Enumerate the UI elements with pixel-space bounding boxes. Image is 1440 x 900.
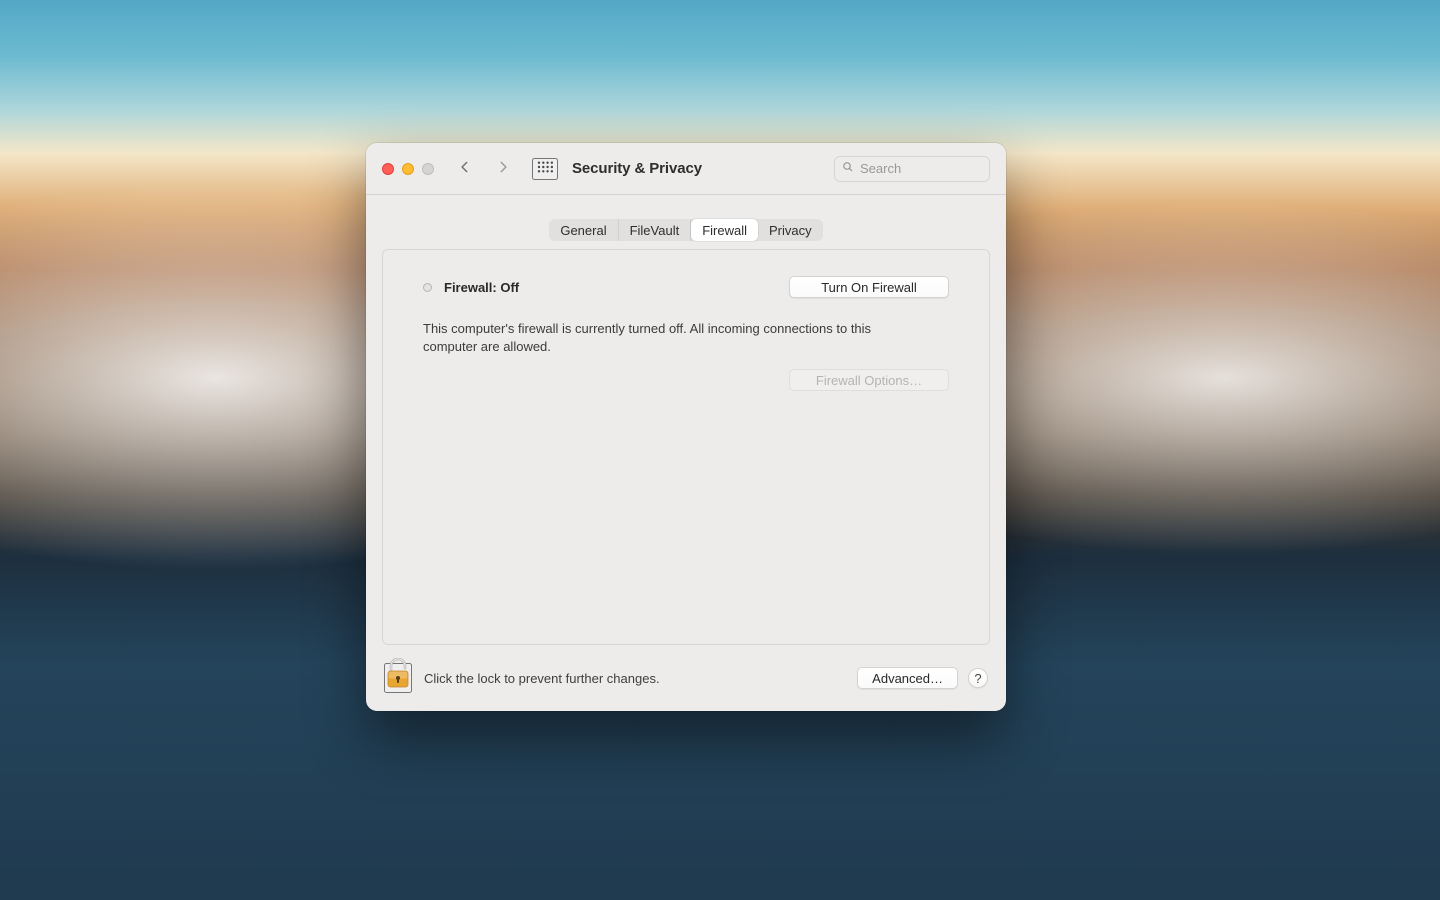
firewall-status-label: Firewall: Off (444, 280, 519, 295)
content-pane: Firewall: Off Turn On Firewall This comp… (382, 249, 990, 645)
close-window-button[interactable] (382, 163, 394, 175)
window-title: Security & Privacy (572, 160, 702, 177)
tab-bar: General FileVault Firewall Privacy (366, 195, 1006, 241)
lock-hint-text: Click the lock to prevent further change… (424, 671, 660, 686)
grid-icon (537, 161, 553, 176)
show-all-button[interactable] (532, 158, 558, 180)
help-button[interactable]: ? (968, 668, 988, 688)
titlebar: Security & Privacy (366, 143, 1006, 195)
firewall-status-row: Firewall: Off Turn On Firewall (423, 276, 949, 298)
advanced-button[interactable]: Advanced… (857, 667, 958, 689)
search-icon (842, 160, 854, 178)
lock-button[interactable] (384, 663, 412, 693)
tab-general[interactable]: General (549, 219, 618, 241)
search-input[interactable] (860, 161, 982, 176)
nav-back-button[interactable] (450, 156, 480, 182)
firewall-options-button: Firewall Options… (789, 369, 949, 391)
firewall-description: This computer's firewall is currently tu… (423, 320, 893, 355)
search-field[interactable] (834, 156, 990, 182)
footer-bar: Click the lock to prevent further change… (366, 645, 1006, 711)
tab-segmented-control: General FileVault Firewall Privacy (549, 219, 822, 241)
chevron-right-icon (496, 160, 510, 177)
tab-privacy[interactable]: Privacy (758, 219, 823, 241)
chevron-left-icon (458, 160, 472, 177)
traffic-lights (382, 163, 434, 175)
tab-firewall[interactable]: Firewall (691, 219, 758, 241)
turn-on-firewall-button[interactable]: Turn On Firewall (789, 276, 949, 298)
minimize-window-button[interactable] (402, 163, 414, 175)
tab-filevault[interactable]: FileVault (619, 219, 692, 241)
security-privacy-window: Security & Privacy General FileVault Fir… (366, 143, 1006, 711)
nav-forward-button[interactable] (488, 156, 518, 182)
maximize-window-button (422, 163, 434, 175)
lock-icon (385, 658, 411, 691)
status-indicator-icon (423, 283, 432, 292)
